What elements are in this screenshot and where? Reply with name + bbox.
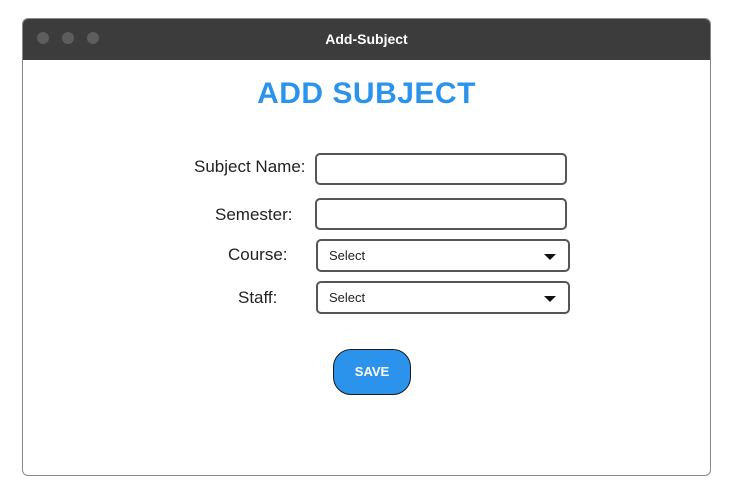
semester-input[interactable] [315,198,567,230]
chevron-down-icon [544,254,556,260]
course-select-value: Select [329,248,366,263]
subject-name-label: Subject Name: [194,157,306,176]
chevron-down-icon [544,296,556,302]
staff-select[interactable]: Select [316,281,570,314]
save-button[interactable]: SAVE [333,349,411,395]
title-bar: Add-Subject [23,19,710,60]
subject-name-input[interactable] [315,153,567,185]
course-select[interactable]: Select [316,239,570,272]
semester-label: Semester: [215,205,293,224]
staff-label: Staff: [238,288,278,307]
app-window: Add-Subject ADD SUBJECT Subject Name: Se… [22,18,711,476]
page-title: ADD SUBJECT [257,77,476,110]
staff-select-value: Select [329,290,366,305]
course-label: Course: [228,245,288,264]
window-title: Add-Subject [325,31,408,47]
